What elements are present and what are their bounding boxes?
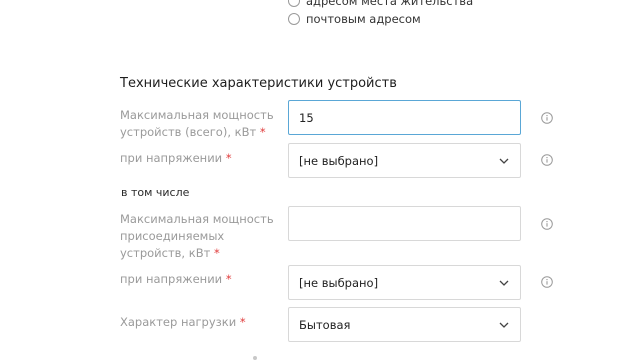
max-power-total-input[interactable]: 15 <box>288 100 521 135</box>
scroll-indicator-dot <box>253 356 257 360</box>
info-circle-icon[interactable] <box>541 154 553 166</box>
info-circle-icon[interactable] <box>541 276 553 288</box>
max-power-total-label: Максимальная мощность устройств (всего),… <box>120 108 274 139</box>
including-subheading: в том числе <box>121 186 190 199</box>
chevron-down-icon <box>499 322 509 328</box>
select-value: Бытовая <box>299 317 351 332</box>
load-type-label: Характер нагрузки * <box>120 315 246 329</box>
chevron-down-icon <box>499 280 509 286</box>
radio-option-residence[interactable]: адресом места жительства <box>288 0 473 8</box>
max-power-connected-input[interactable] <box>288 206 521 241</box>
required-marker: * <box>259 125 266 139</box>
required-marker: * <box>239 315 246 329</box>
required-marker: * <box>225 151 232 165</box>
section-title: Технические характеристики устройств <box>120 76 397 91</box>
voltage-total-select[interactable]: [не выбрано] <box>288 143 521 178</box>
voltage-connected-label: при напряжении * <box>120 272 232 286</box>
voltage-total-label: при напряжении * <box>120 151 232 165</box>
voltage-connected-select[interactable]: [не выбрано] <box>288 265 521 300</box>
radio-label: почтовым адресом <box>306 12 421 26</box>
select-value: [не выбрано] <box>299 275 379 290</box>
info-circle-icon[interactable] <box>541 218 553 230</box>
radio-option-postal[interactable]: почтовым адресом <box>288 12 421 26</box>
select-value: [не выбрано] <box>299 153 379 168</box>
load-type-select[interactable]: Бытовая <box>288 307 521 342</box>
required-marker: * <box>213 246 220 260</box>
input-value: 15 <box>299 110 314 125</box>
radio-button[interactable] <box>288 13 300 25</box>
required-marker: * <box>225 272 232 286</box>
info-circle-icon[interactable] <box>541 112 553 124</box>
chevron-down-icon <box>499 158 509 164</box>
radio-button[interactable] <box>288 0 300 7</box>
radio-label: адресом места жительства <box>306 0 474 8</box>
max-power-connected-label: Максимальная мощность присоединяемых уст… <box>120 212 274 260</box>
